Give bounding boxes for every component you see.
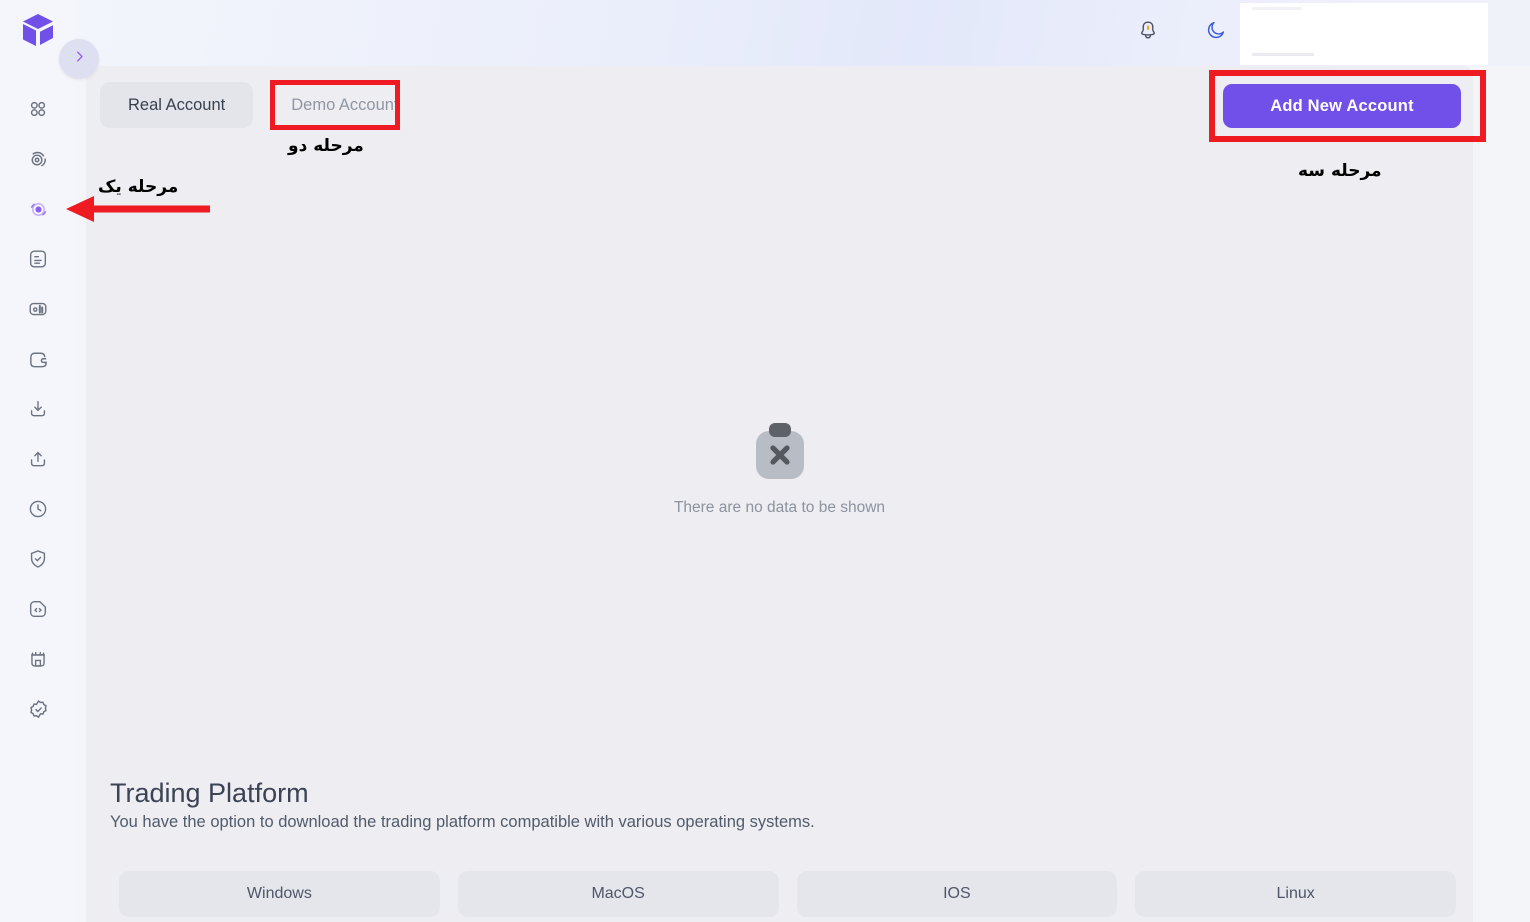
download-macos-button[interactable]: MacOS: [457, 871, 779, 917]
sidebar-item-wallet[interactable]: [0, 334, 76, 384]
download-ios-button[interactable]: IOS: [796, 871, 1118, 917]
tab-demo-account-label: Demo Account: [291, 95, 399, 114]
bar-chart-icon: [27, 298, 49, 320]
download-windows-button[interactable]: Windows: [119, 871, 440, 917]
grid-dashboard-icon: [27, 98, 49, 120]
notification-bell-icon: [1137, 19, 1159, 46]
wallet-icon: [27, 348, 50, 371]
gift-box-icon: [27, 648, 49, 670]
notification-bell-button[interactable]: [1133, 17, 1163, 47]
coins-exchange-icon: [27, 148, 50, 171]
accounts-circle-icon: [27, 198, 50, 221]
code-file-icon: [27, 598, 49, 620]
tab-real-account[interactable]: Real Account: [100, 82, 254, 128]
sidebar-item-verification[interactable]: [0, 534, 76, 584]
add-new-account-button[interactable]: Add New Account: [1223, 84, 1461, 128]
verified-badge-icon: [27, 698, 50, 721]
sidebar-item-dashboard[interactable]: [0, 84, 76, 134]
sidebar-item-analytics[interactable]: [0, 284, 76, 334]
sidebar-item-accounts[interactable]: [0, 184, 76, 234]
sidebar-item-rewards[interactable]: [0, 634, 76, 684]
sidebar-item-certificate[interactable]: [0, 684, 76, 734]
profile-placeholder-line-bottom: [1252, 53, 1314, 56]
document-icon: [27, 248, 49, 270]
sidebar-item-reports[interactable]: [0, 234, 76, 284]
sidebar-item-api[interactable]: [0, 584, 76, 634]
sidebar-item-exchange[interactable]: [0, 134, 76, 184]
sidebar-item-deposit[interactable]: [0, 384, 76, 434]
download-linux-button[interactable]: Linux: [1135, 871, 1456, 917]
moon-dark-mode-icon: [1205, 19, 1227, 46]
sidebar-icon-list: [0, 84, 76, 734]
download-icon: [27, 398, 49, 420]
chevron-right-icon: [72, 49, 87, 69]
tab-real-account-label: Real Account: [128, 95, 226, 114]
sidebar-expand-button[interactable]: [59, 39, 99, 79]
profile-placeholder-line-top: [1252, 7, 1302, 10]
sidebar: [0, 0, 76, 922]
theme-toggle-button[interactable]: [1201, 17, 1231, 47]
account-type-tabs: Real Account Demo Account: [100, 82, 427, 128]
sidebar-item-withdraw[interactable]: [0, 434, 76, 484]
upload-icon: [27, 448, 49, 470]
shield-check-icon: [27, 548, 49, 570]
clock-icon: [27, 498, 49, 520]
user-profile-panel[interactable]: [1240, 3, 1488, 65]
tab-demo-account[interactable]: Demo Account: [263, 82, 426, 128]
app-root: Real Account Demo Account Add New Accoun…: [0, 0, 1530, 922]
sidebar-item-history[interactable]: [0, 484, 76, 534]
cube-logo[interactable]: [20, 12, 56, 50]
trading-platform-title: Trading Platform: [110, 778, 309, 808]
trading-platform-download-buttons: Windows MacOS IOS Linux: [119, 871, 1456, 917]
trading-platform-subtitle: You have the option to download the trad…: [110, 813, 815, 831]
